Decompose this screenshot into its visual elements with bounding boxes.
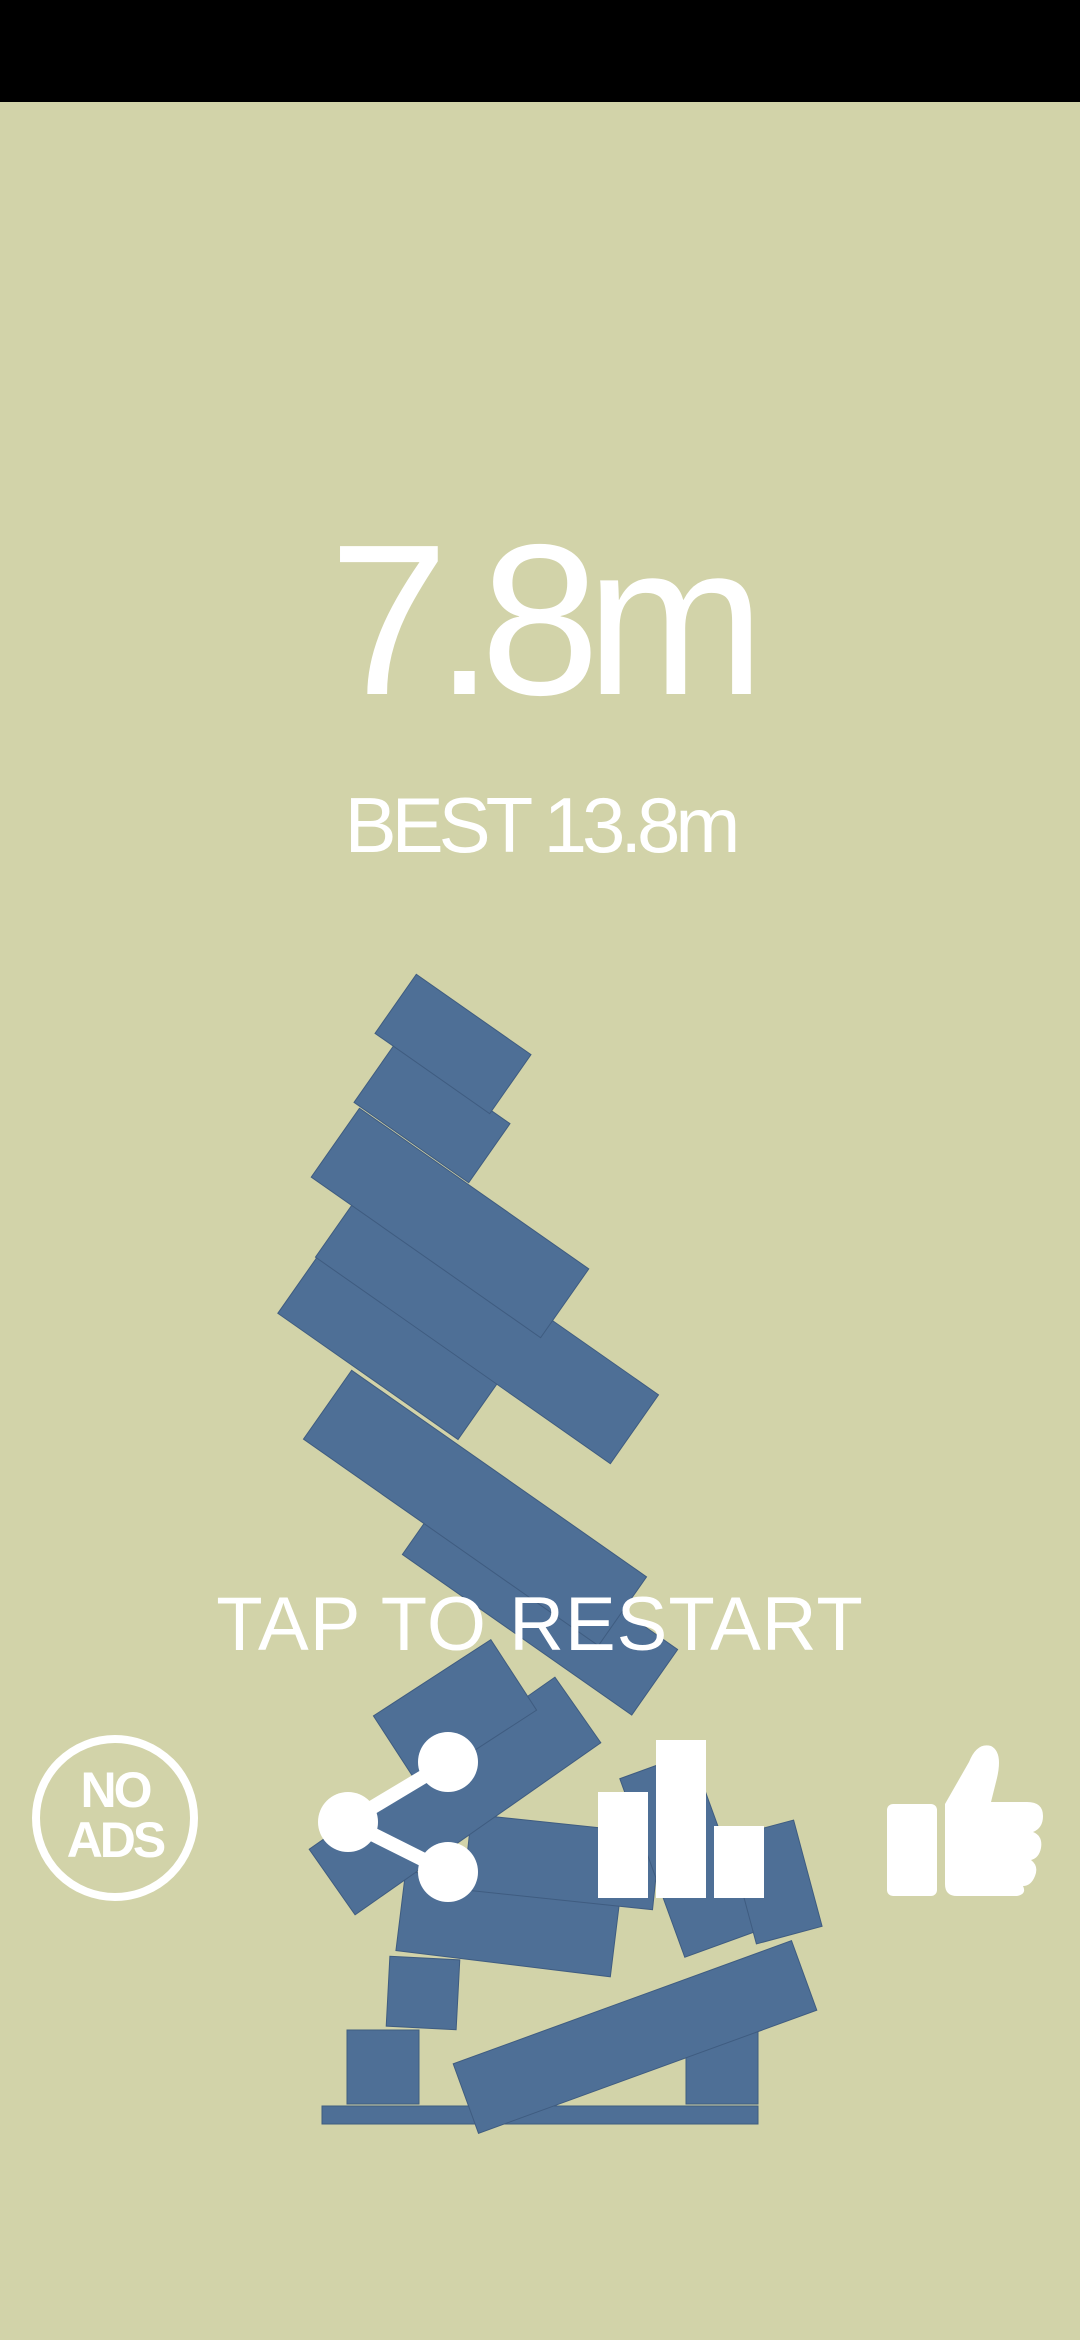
leaderboard-button[interactable]	[590, 1738, 770, 1900]
tower-block	[452, 1940, 818, 2134]
no-ads-button[interactable]: NO ADS	[32, 1735, 198, 1901]
tower-block	[385, 1955, 461, 2031]
tower-block	[346, 2029, 420, 2105]
thumbs-up-icon	[887, 1745, 1043, 1896]
tap-to-restart-prompt[interactable]: TAP TO RESTART	[0, 1580, 1080, 1670]
share-button[interactable]	[310, 1730, 485, 1910]
leaderboard-icon	[598, 1740, 764, 1898]
no-ads-label: NO ADS	[66, 1762, 167, 1868]
like-button[interactable]	[885, 1740, 1045, 1898]
share-icon	[318, 1732, 478, 1902]
block-tower	[277, 973, 823, 2134]
